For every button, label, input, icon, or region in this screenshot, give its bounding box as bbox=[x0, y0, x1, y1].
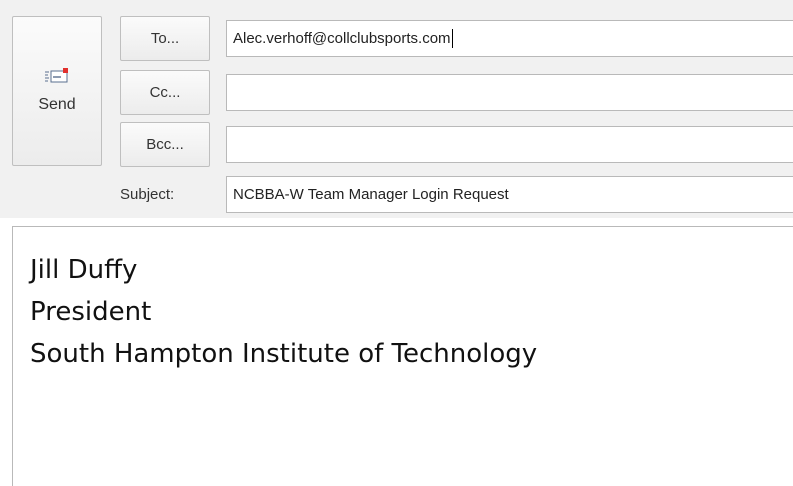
subject-label: Subject: bbox=[120, 186, 175, 203]
signature-name: Jill Duffy bbox=[30, 255, 138, 285]
to-field-value: Alec.verhoff@collclubsports.com bbox=[233, 30, 451, 47]
signature-title: President bbox=[30, 297, 152, 327]
send-button[interactable]: Send bbox=[12, 16, 102, 166]
cc-field[interactable] bbox=[226, 74, 793, 111]
message-body[interactable]: Jill Duffy President South Hampton Insti… bbox=[12, 226, 793, 486]
signature-organization: South Hampton Institute of Technology bbox=[30, 339, 538, 369]
bcc-field[interactable] bbox=[226, 126, 793, 163]
message-header: Send To... Cc... Bcc... Alec.verhoff@col… bbox=[0, 0, 793, 218]
text-cursor bbox=[451, 29, 453, 48]
to-field[interactable]: Alec.verhoff@collclubsports.com bbox=[226, 20, 793, 57]
send-envelope-icon bbox=[44, 68, 70, 96]
to-button[interactable]: To... bbox=[120, 16, 210, 61]
subject-field-value: NCBBA-W Team Manager Login Request bbox=[233, 186, 509, 203]
cc-button[interactable]: Cc... bbox=[120, 70, 210, 115]
subject-field[interactable]: NCBBA-W Team Manager Login Request bbox=[226, 176, 793, 213]
bcc-button[interactable]: Bcc... bbox=[120, 122, 210, 167]
send-label: Send bbox=[38, 96, 76, 113]
